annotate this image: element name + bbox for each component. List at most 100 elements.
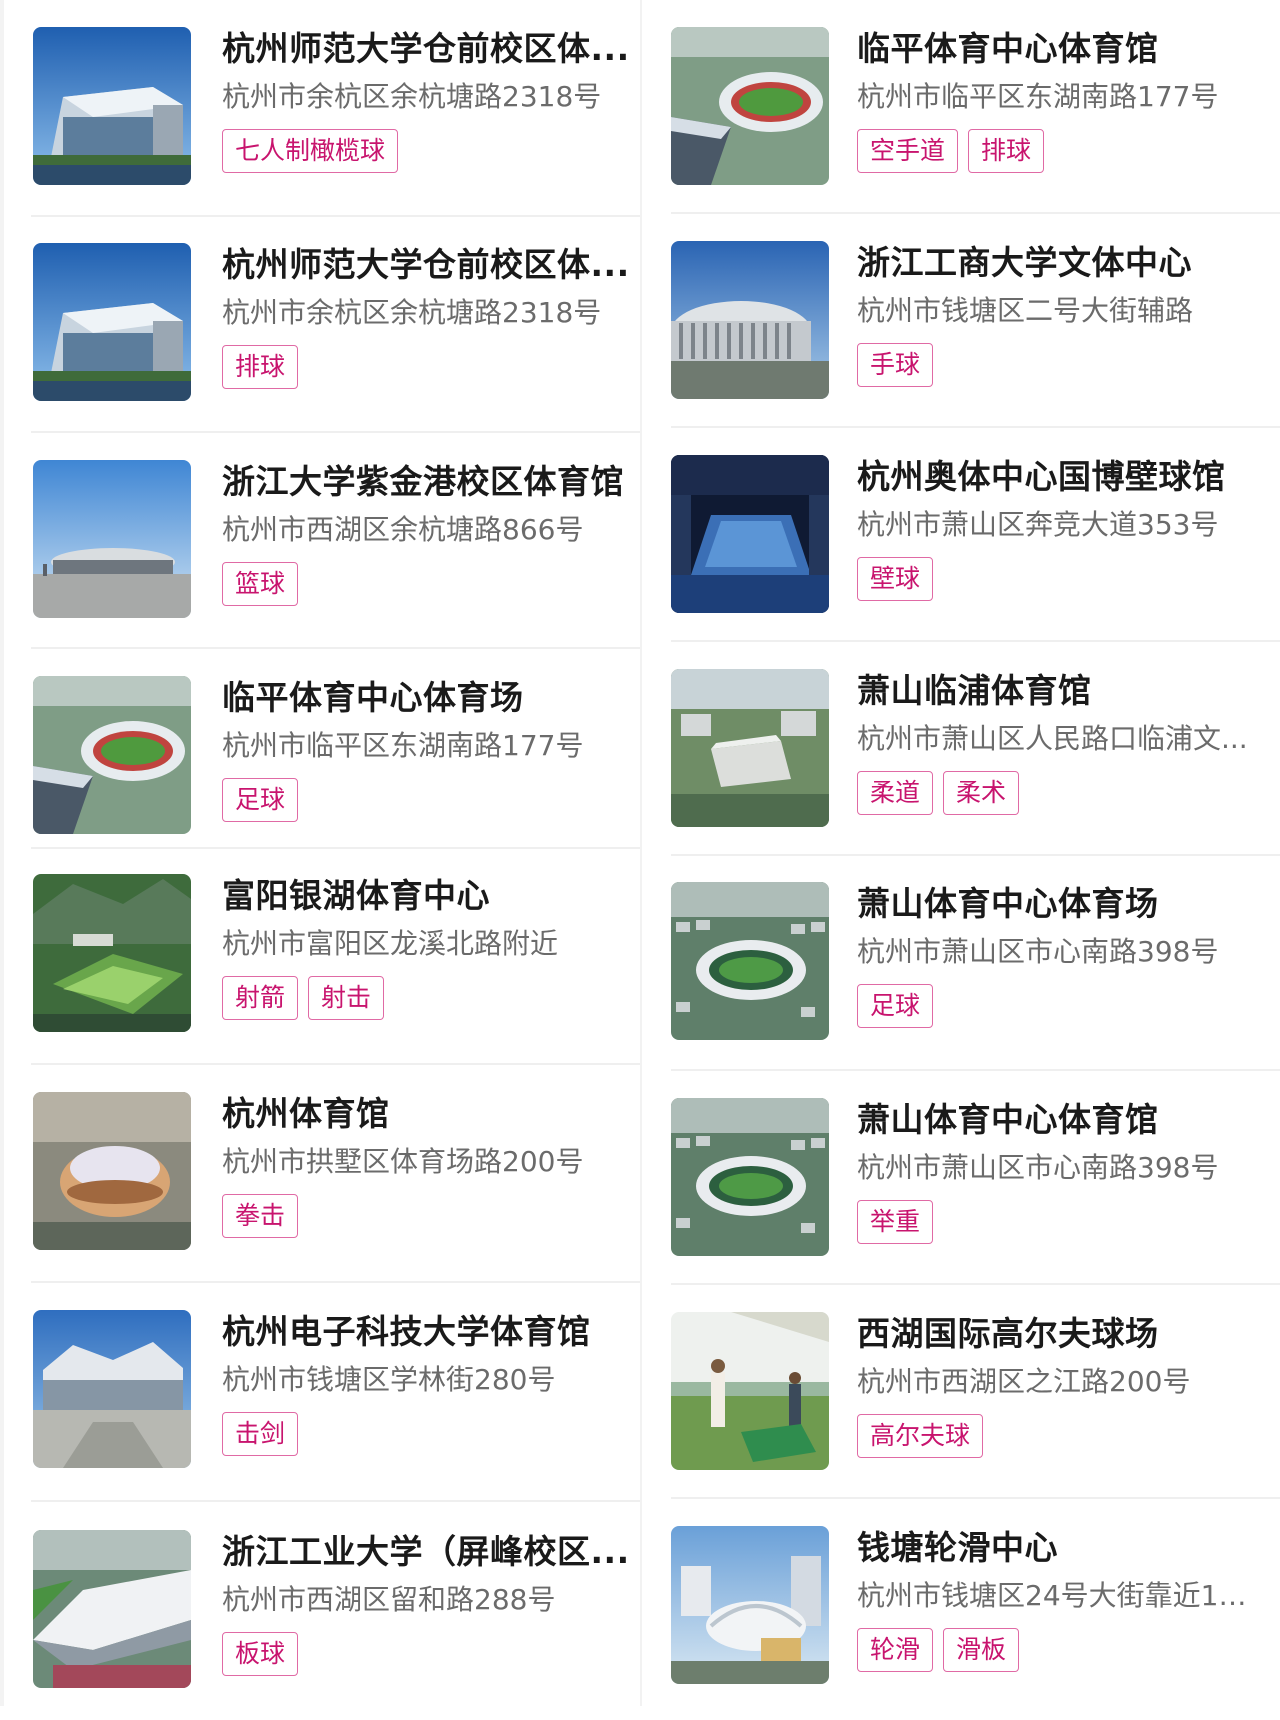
venue-address: 杭州市钱塘区学林街280号 [222,1363,556,1396]
venue-tags: 排球 [222,345,632,391]
divider [31,847,640,849]
sport-tag[interactable]: 壁球 [857,557,934,601]
divider [671,1283,1280,1285]
venue-tags: 七人制橄榄球 [222,129,632,175]
venue-card[interactable]: 萧山临浦体育馆 杭州市萧山区人民路口临浦文... 柔道 柔术 [640,669,1280,859]
venue-thumbnail [33,1092,191,1250]
venue-title: 浙江工商大学文体中心 [857,243,1192,282]
sport-tag[interactable]: 排球 [222,345,299,389]
sport-tag[interactable]: 足球 [222,778,299,822]
venue-thumbnail [33,27,191,185]
venue-tags: 拳击 [222,1194,632,1240]
venue-tags: 壁球 [857,557,1257,603]
sport-tag[interactable]: 拳击 [222,1194,299,1238]
sport-tag[interactable]: 射箭 [222,976,299,1020]
divider [31,647,640,649]
sport-tag[interactable]: 高尔夫球 [857,1414,984,1458]
sport-tag[interactable]: 柔术 [943,771,1020,815]
venue-title: 杭州师范大学仓前校区体... [222,245,630,284]
venue-thumbnail [671,1098,829,1256]
sport-tag[interactable]: 击剑 [222,1412,299,1456]
venue-tags: 轮滑 滑板 [857,1628,1257,1674]
venue-card[interactable]: 萧山体育中心体育场 杭州市萧山区市心南路398号 足球 [640,882,1280,1072]
venue-tags: 板球 [222,1632,632,1678]
venue-thumbnail [33,1310,191,1468]
venue-thumbnail [671,27,829,185]
venue-title: 杭州奥体中心国博壁球馆 [857,457,1226,496]
venue-card[interactable]: 萧山体育中心体育馆 杭州市萧山区市心南路398号 举重 [640,1098,1280,1288]
venue-address: 杭州市临平区东湖南路177号 [857,80,1219,113]
venue-card[interactable]: 钱塘轮滑中心 杭州市钱塘区24号大街靠近15... 轮滑 滑板 [640,1526,1280,1716]
venue-card[interactable]: 西湖国际高尔夫球场 杭州市西湖区之江路200号 高尔夫球 [640,1312,1280,1502]
divider [671,854,1280,856]
divider [31,1500,640,1502]
venue-address: 杭州市萧山区人民路口临浦文... [857,722,1248,755]
venue-thumbnail [33,676,191,834]
divider [671,1497,1280,1499]
venue-address: 杭州市萧山区市心南路398号 [857,935,1219,968]
sport-tag[interactable]: 空手道 [857,129,959,173]
sport-tag[interactable]: 轮滑 [857,1628,934,1672]
venue-title: 杭州体育馆 [222,1094,390,1133]
venue-thumbnail [671,455,829,613]
venue-tags: 手球 [857,343,1257,389]
sport-tag[interactable]: 足球 [857,984,934,1028]
sport-tag[interactable]: 排球 [968,129,1045,173]
sport-tag[interactable]: 举重 [857,1200,934,1244]
venue-address: 杭州市西湖区留和路288号 [222,1583,556,1616]
divider [31,431,640,433]
venue-title: 西湖国际高尔夫球场 [857,1314,1159,1353]
venue-tags: 射箭 射击 [222,976,632,1022]
venue-thumbnail [33,243,191,401]
sport-tag[interactable]: 柔道 [857,771,934,815]
divider [31,215,640,217]
venue-card[interactable]: 杭州师范大学仓前校区体... 杭州市余杭区余杭塘路2318号 排球 [0,243,640,433]
venue-address: 杭州市余杭区余杭塘路2318号 [222,80,602,113]
venue-title: 萧山临浦体育馆 [857,671,1092,710]
venue-address: 杭州市拱墅区体育场路200号 [222,1145,584,1178]
venue-title: 富阳银湖体育中心 [222,876,490,915]
sport-tag[interactable]: 七人制橄榄球 [222,129,399,173]
venue-title: 临平体育中心体育馆 [857,29,1159,68]
venue-card[interactable]: 杭州电子科技大学体育馆 杭州市钱塘区学林街280号 击剑 [0,1310,640,1500]
venue-title: 萧山体育中心体育场 [857,884,1159,923]
sport-tag[interactable]: 手球 [857,343,934,387]
venue-card[interactable]: 浙江大学紫金港校区体育馆 杭州市西湖区余杭塘路866号 篮球 [0,460,640,650]
venue-thumbnail [671,1526,829,1684]
venue-card[interactable]: 浙江工业大学（屏峰校区... 杭州市西湖区留和路288号 板球 [0,1530,640,1720]
divider [31,1281,640,1283]
sport-tag[interactable]: 滑板 [943,1628,1020,1672]
venue-thumbnail [33,874,191,1032]
venue-tags: 击剑 [222,1412,632,1458]
sport-tag[interactable]: 篮球 [222,562,299,606]
venue-address: 杭州市余杭区余杭塘路2318号 [222,296,602,329]
venue-card[interactable]: 杭州师范大学仓前校区体... 杭州市余杭区余杭塘路2318号 七人制橄榄球 [0,27,640,217]
venue-card[interactable]: 杭州奥体中心国博壁球馆 杭州市萧山区奔竞大道353号 壁球 [640,455,1280,645]
venue-tags: 足球 [857,984,1257,1030]
venue-card[interactable]: 临平体育中心体育馆 杭州市临平区东湖南路177号 空手道 排球 [640,27,1280,217]
venue-card[interactable]: 浙江工商大学文体中心 杭州市钱塘区二号大街辅路 手球 [640,241,1280,431]
sport-tag[interactable]: 板球 [222,1632,299,1676]
venue-title: 杭州师范大学仓前校区体... [222,29,630,68]
venue-tags: 高尔夫球 [857,1414,1257,1460]
venue-title: 钱塘轮滑中心 [857,1528,1058,1567]
venue-card[interactable]: 临平体育中心体育场 杭州市临平区东湖南路177号 足球 [0,676,640,866]
venue-thumbnail [33,1530,191,1688]
sport-tag[interactable]: 射击 [308,976,385,1020]
venue-thumbnail [671,669,829,827]
venue-tags: 足球 [222,778,632,824]
venue-title: 杭州电子科技大学体育馆 [222,1312,591,1351]
venue-address: 杭州市萧山区市心南路398号 [857,1151,1219,1184]
venue-address: 杭州市钱塘区二号大街辅路 [857,294,1194,327]
venue-thumbnail [671,1312,829,1470]
divider [671,640,1280,642]
venue-title: 浙江工业大学（屏峰校区... [222,1532,630,1571]
venue-address: 杭州市西湖区余杭塘路866号 [222,513,584,546]
venue-address: 杭州市富阳区龙溪北路附近 [222,927,559,960]
venue-title: 临平体育中心体育场 [222,678,524,717]
venue-address: 杭州市西湖区之江路200号 [857,1365,1191,1398]
divider [671,212,1280,214]
venue-card[interactable]: 富阳银湖体育中心 杭州市富阳区龙溪北路附近 射箭 射击 [0,874,640,1064]
venue-title: 萧山体育中心体育馆 [857,1100,1159,1139]
venue-card[interactable]: 杭州体育馆 杭州市拱墅区体育场路200号 拳击 [0,1092,640,1282]
